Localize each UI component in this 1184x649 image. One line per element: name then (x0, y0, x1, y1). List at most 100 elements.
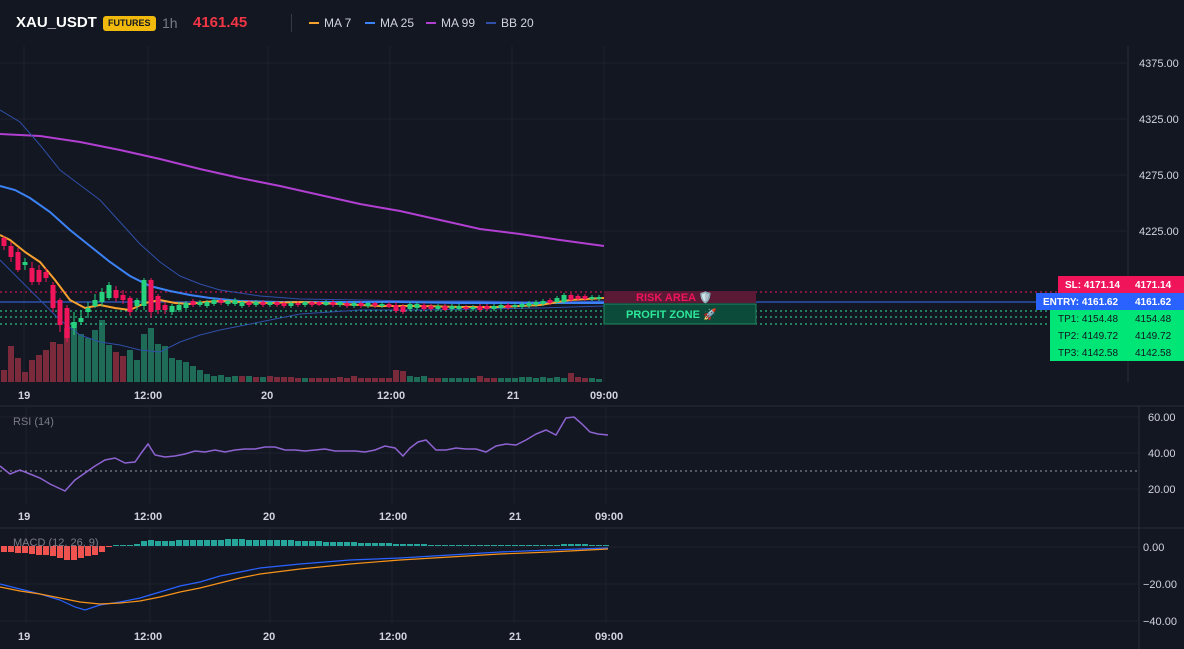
rsi-tick: 40.00 (1148, 448, 1176, 460)
macd-histogram-bar (421, 544, 427, 546)
time-tick: 20 (263, 511, 275, 523)
candle-body (309, 302, 315, 305)
candle-body (246, 302, 252, 305)
candle-body (484, 306, 490, 309)
macd-histogram-bar (260, 540, 266, 546)
volume-bar (365, 378, 371, 382)
macd-histogram-bar (526, 545, 532, 546)
volume-bar (337, 377, 343, 382)
candle-body (295, 303, 301, 305)
volume-bar (414, 377, 420, 382)
volume-bar (148, 328, 154, 382)
candle-body (15, 252, 21, 270)
price-tick: 4225.00 (1139, 226, 1179, 238)
main-price-plot (0, 109, 1128, 382)
tp3-label: TP3: 4142.58 (1058, 348, 1118, 359)
candle-body (183, 303, 189, 308)
candle-body (50, 285, 56, 308)
chart-area[interactable]: 4375.00 4325.00 4275.00 4225.00 19 12:00… (0, 0, 1184, 649)
volume-bar (484, 378, 490, 382)
candle-body (540, 301, 546, 304)
time-tick: 12:00 (134, 631, 162, 643)
macd-histogram-bar (435, 545, 441, 546)
candle-body (204, 302, 210, 306)
candle-body (323, 302, 329, 305)
macd-line (0, 547, 609, 611)
volume-bar (547, 378, 553, 382)
volume-bar (316, 378, 322, 382)
volume-bar (281, 377, 287, 382)
volume-bar (57, 344, 63, 382)
candle-body (442, 306, 448, 310)
volume-bar (302, 378, 308, 382)
volume-bar (232, 376, 238, 382)
macd-histogram-bar (323, 542, 329, 546)
candle-body (211, 300, 217, 304)
candle-body (8, 246, 14, 257)
macd-histogram-bar (288, 540, 294, 546)
macd-histogram-bar (414, 544, 420, 546)
candle-body (106, 285, 112, 298)
candle-body (22, 262, 28, 265)
candle-body (29, 268, 35, 282)
macd-histogram-bar (239, 539, 245, 546)
volume-bar (50, 342, 56, 382)
volume-bar (176, 360, 182, 382)
volume-bar (533, 378, 539, 382)
macd-tick: 0.00 (1143, 542, 1164, 554)
price-tick: 4325.00 (1139, 114, 1179, 126)
volume-bar (36, 355, 42, 382)
macd-histogram-bar (540, 545, 546, 546)
volume-bar (246, 376, 252, 382)
macd-histogram-bar (106, 546, 112, 547)
macd-histogram-bar (442, 545, 448, 546)
profit-zone-label: PROFIT ZONE 🚀 (626, 308, 717, 321)
volume-bar (554, 377, 560, 382)
time-tick: 09:00 (595, 511, 623, 523)
ma99-line (0, 133, 605, 247)
volume-bar (162, 346, 168, 382)
rsi-title: RSI (14) (13, 416, 54, 428)
entry-label: ENTRY: 4161.62 (1043, 297, 1118, 308)
time-tick: 21 (509, 511, 521, 523)
macd-histogram-bar (379, 543, 385, 546)
risk-area-label: RISK AREA 🛡️ (636, 291, 712, 304)
candle-body (456, 306, 462, 309)
candle-body (421, 305, 427, 309)
candle-body (498, 305, 504, 308)
volume-bar (477, 376, 483, 382)
volume-bar (596, 379, 602, 382)
macd-tick: −20.00 (1143, 579, 1177, 591)
volume-bar (386, 378, 392, 382)
candle-body (232, 300, 238, 304)
rsi-tick: 60.00 (1148, 412, 1176, 424)
volume-bar (449, 378, 455, 382)
candle-body (379, 304, 385, 306)
bb-upper-line (0, 109, 605, 303)
volume-bar (456, 378, 462, 382)
candle-body (554, 298, 560, 302)
candle-body (414, 304, 420, 308)
candle-body (253, 302, 259, 305)
macd-histogram-bar (456, 545, 462, 546)
candle-body (71, 322, 77, 328)
macd-histogram-bar (498, 545, 504, 546)
volume-bar (260, 377, 266, 382)
tp3-value: 4142.58 (1135, 348, 1172, 359)
rsi-tick: 20.00 (1148, 484, 1176, 496)
macd-histogram-bar (519, 545, 525, 546)
volume-bar (225, 377, 231, 382)
macd-histogram-bar (589, 545, 595, 546)
volume-bar (407, 376, 413, 382)
macd-histogram-bar (302, 541, 308, 546)
candle-body (568, 295, 574, 300)
macd-histogram-bar (176, 540, 182, 546)
candle-body (134, 300, 140, 306)
macd-histogram-bar (330, 542, 336, 546)
macd-histogram-bar (113, 545, 119, 546)
macd-histogram-bar (505, 545, 511, 546)
macd-histogram-bar (568, 544, 574, 546)
candle-body (281, 303, 287, 306)
volume-bar (8, 346, 14, 382)
volume-bar (274, 377, 280, 382)
